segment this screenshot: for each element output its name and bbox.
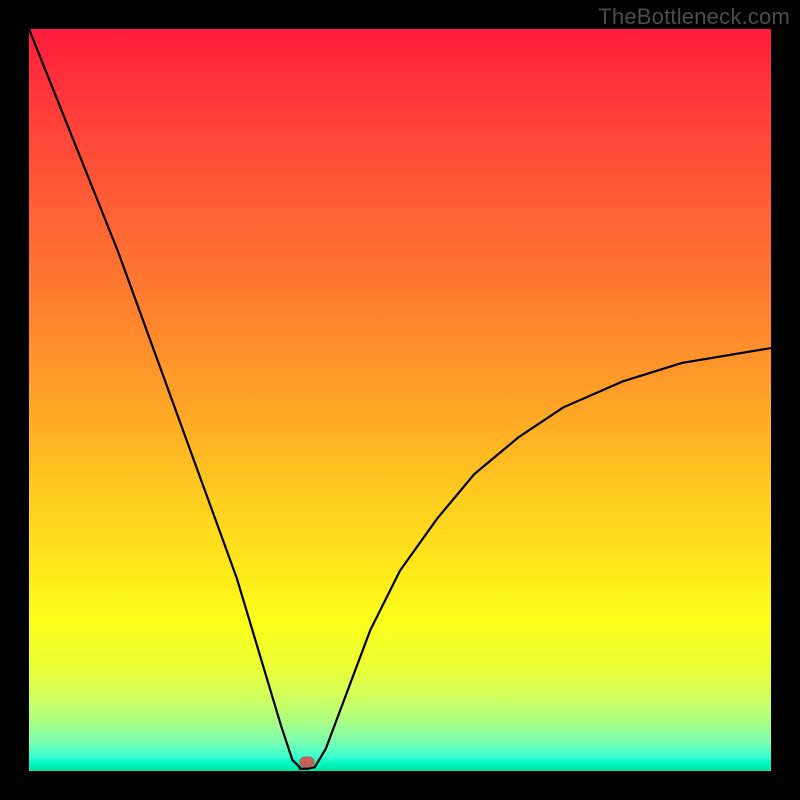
chart-plot-area [29, 29, 771, 771]
bottleneck-curve [29, 29, 771, 771]
vertex-marker [300, 757, 315, 768]
watermark-text: TheBottleneck.com [598, 4, 790, 30]
curve-line [29, 29, 771, 769]
